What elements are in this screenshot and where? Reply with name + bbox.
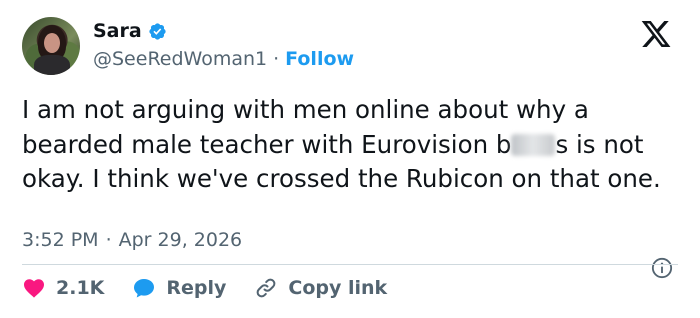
link-icon (257, 278, 276, 298)
author-handle-row: @SeeRedWoman1 · Follow (93, 48, 354, 70)
like-count: 2.1K (56, 277, 105, 299)
author-name-row: Sara (93, 20, 167, 42)
like-button[interactable]: 2.1K (22, 276, 104, 300)
copy-link-button[interactable]: Copy link (254, 276, 387, 300)
avatar-body (34, 55, 70, 75)
timestamp-separator: · (105, 229, 112, 251)
verified-badge-icon (149, 22, 166, 40)
avatar[interactable] (22, 17, 80, 75)
avatar-face (44, 33, 60, 53)
follow-button[interactable]: Follow (285, 48, 354, 70)
tweet-text: I am not arguing with men online about w… (22, 93, 682, 197)
tweet-time: 3:52 PM (22, 229, 99, 251)
speech-bubble-icon (134, 279, 155, 298)
tweet-text-part1: I am not arguing with men online about w… (22, 95, 589, 159)
author-handle[interactable]: @SeeRedWoman1 (93, 48, 267, 70)
reply-button[interactable]: Reply (132, 276, 226, 300)
censored-word-blur (511, 133, 556, 156)
heart-icon (24, 279, 44, 298)
x-logo-icon[interactable] (638, 18, 674, 50)
tweet-timestamp[interactable]: 3:52 PM · Apr 29, 2026 (22, 229, 242, 251)
separator-dot: · (273, 48, 280, 70)
reply-label: Reply (166, 277, 227, 299)
divider (22, 264, 678, 265)
tweet-date: Apr 29, 2026 (118, 229, 243, 251)
copy-link-label: Copy link (288, 277, 388, 299)
author-name[interactable]: Sara (93, 20, 142, 42)
info-icon[interactable] (651, 257, 673, 279)
action-bar: 2.1K Reply Copy link (22, 276, 415, 300)
